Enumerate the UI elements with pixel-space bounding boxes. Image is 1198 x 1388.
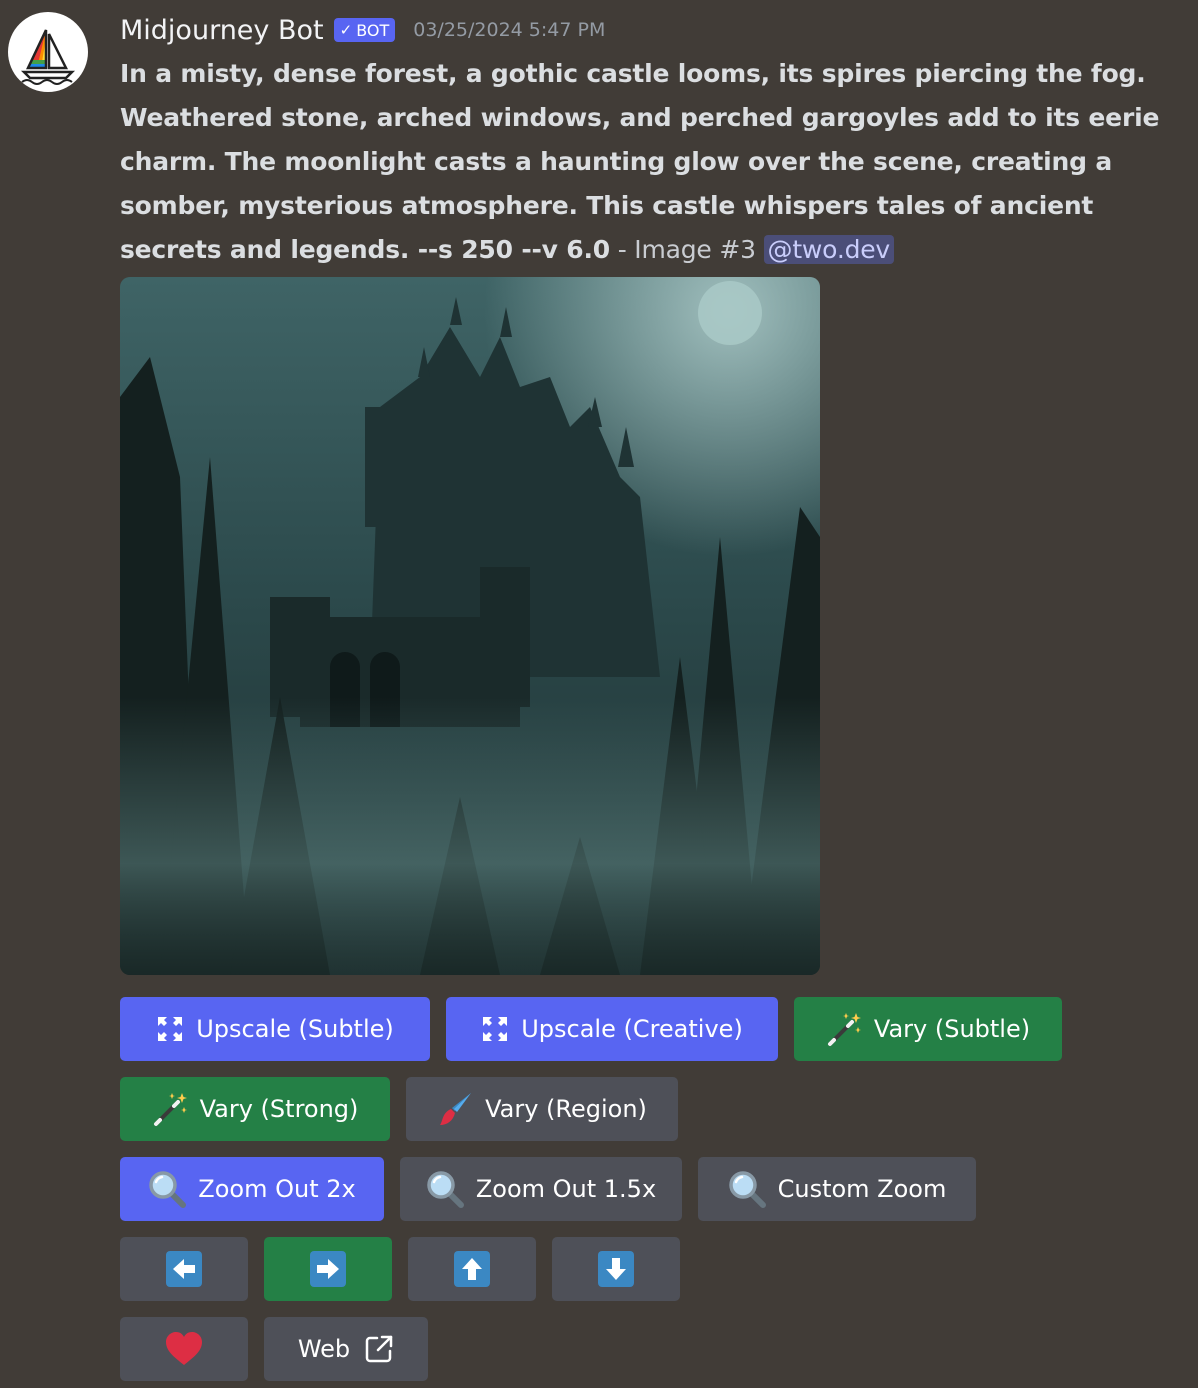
- upscale-subtle-button[interactable]: Upscale (Subtle): [120, 997, 430, 1061]
- web-label: Web: [297, 1335, 351, 1363]
- paintbrush-icon: [437, 1091, 473, 1127]
- vary-region-button[interactable]: Vary (Region): [406, 1077, 678, 1141]
- bot-badge-label: BOT: [356, 20, 390, 40]
- pan-left-button[interactable]: [120, 1237, 248, 1301]
- pan-up-button[interactable]: [408, 1237, 536, 1301]
- upscale-subtle-label: Upscale (Subtle): [196, 1015, 394, 1043]
- expand-icon: [156, 1015, 184, 1043]
- arrow-right-icon: [310, 1251, 346, 1287]
- vary-region-label: Vary (Region): [485, 1095, 647, 1123]
- bot-badge: ✓ BOT: [333, 18, 396, 42]
- vary-subtle-button[interactable]: Vary (Subtle): [794, 997, 1062, 1061]
- vary-strong-button[interactable]: Vary (Strong): [120, 1077, 390, 1141]
- author-name[interactable]: Midjourney Bot: [120, 15, 324, 46]
- zoom-out-2x-button[interactable]: Zoom Out 2x: [120, 1157, 384, 1221]
- pan-down-button[interactable]: [552, 1237, 680, 1301]
- image-index-text: - Image #3: [609, 235, 764, 264]
- vary-subtle-label: Vary (Subtle): [873, 1015, 1031, 1043]
- message-text: In a misty, dense forest, a gothic castl…: [120, 52, 1180, 272]
- magic-wand-icon: [826, 1011, 862, 1047]
- magnifier-icon: [148, 1170, 187, 1208]
- arrow-left-icon: [166, 1251, 202, 1287]
- magnifier-icon: [728, 1170, 766, 1208]
- zoom-out-1-5x-label: Zoom Out 1.5x: [475, 1175, 657, 1203]
- message-header: Midjourney Bot ✓ BOT 03/25/2024 5:47 PM: [120, 8, 1180, 52]
- pan-right-button[interactable]: [264, 1237, 392, 1301]
- message-timestamp: 03/25/2024 5:47 PM: [413, 19, 606, 41]
- verified-check-icon: ✓: [339, 21, 353, 39]
- sailboat-logo-icon: [20, 29, 76, 85]
- arrow-down-icon: [598, 1251, 634, 1287]
- custom-zoom-button[interactable]: Custom Zoom: [698, 1157, 976, 1221]
- generated-image[interactable]: [120, 277, 820, 975]
- magic-wand-icon: [152, 1091, 188, 1127]
- message-content: Midjourney Bot ✓ BOT 03/25/2024 5:47 PM …: [120, 8, 1180, 272]
- external-link-icon: [364, 1334, 394, 1364]
- castle-artwork: [120, 277, 820, 975]
- web-link-button[interactable]: Web: [264, 1317, 428, 1381]
- prompt-text: In a misty, dense forest, a gothic castl…: [120, 59, 1160, 264]
- arrow-up-icon: [454, 1251, 490, 1287]
- bot-avatar[interactable]: [8, 12, 88, 92]
- vary-strong-label: Vary (Strong): [199, 1095, 359, 1123]
- custom-zoom-label: Custom Zoom: [777, 1175, 947, 1203]
- user-mention[interactable]: @two.dev: [763, 235, 895, 264]
- heart-icon: [164, 1331, 204, 1367]
- magnifier-icon: [426, 1170, 464, 1208]
- favorite-button[interactable]: [120, 1317, 248, 1381]
- upscale-creative-label: Upscale (Creative): [521, 1015, 743, 1043]
- zoom-out-1-5x-button[interactable]: Zoom Out 1.5x: [400, 1157, 682, 1221]
- zoom-out-2x-label: Zoom Out 2x: [198, 1175, 356, 1203]
- expand-icon: [481, 1015, 509, 1043]
- upscale-creative-button[interactable]: Upscale (Creative): [446, 997, 778, 1061]
